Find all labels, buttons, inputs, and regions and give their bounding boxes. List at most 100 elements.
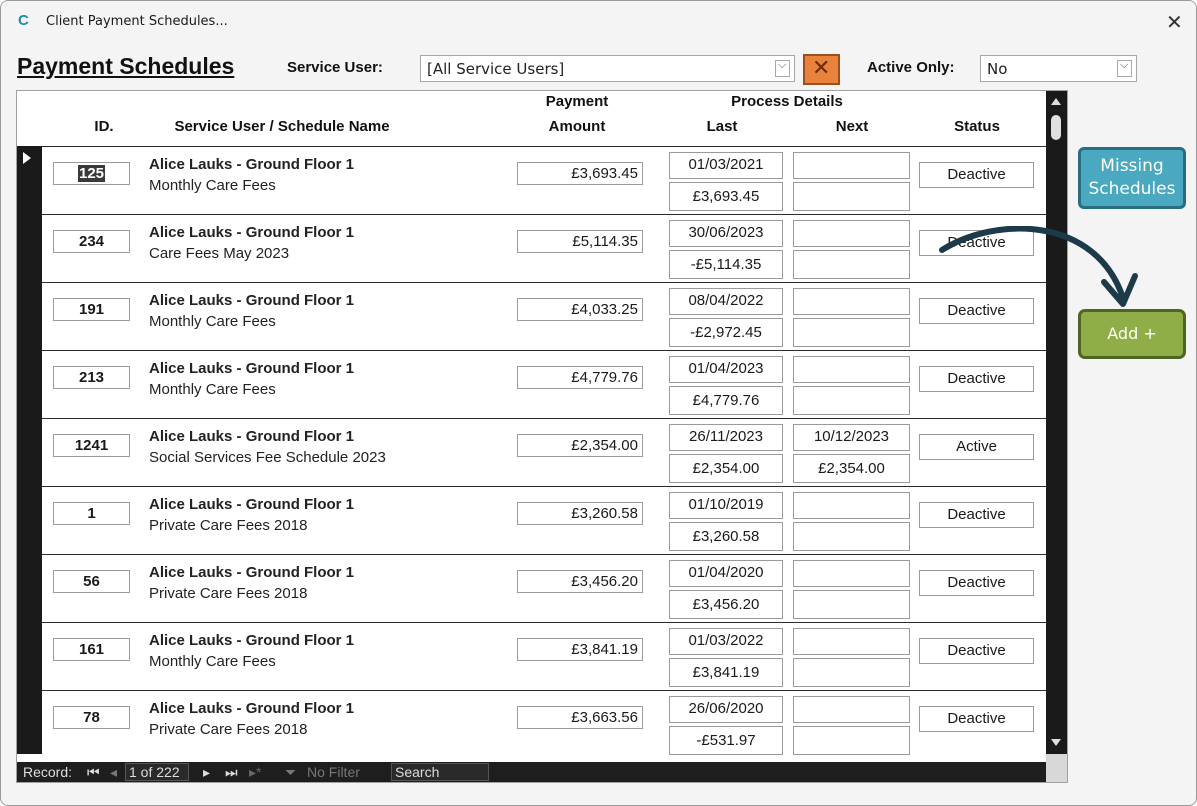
id-field[interactable]: 161 [53,638,130,661]
previous-record-icon[interactable]: ◂ [110,764,117,781]
table-row[interactable]: 213 Alice Lauks - Ground Floor 1 Monthly… [42,350,1046,418]
last-date-field[interactable]: 08/04/2022 [669,288,783,315]
last-amount-field[interactable]: -£5,114.35 [669,250,783,279]
next-amount-field[interactable] [793,522,910,551]
table-row[interactable]: 191 Alice Lauks - Ground Floor 1 Monthly… [42,282,1046,350]
service-user-select[interactable]: [All Service Users] ⌵ [420,55,795,82]
payment-schedules-window: C Client Payment Schedules... ✕ Payment … [0,0,1197,806]
active-only-select[interactable]: No ⌵ [980,55,1137,82]
payment-amount-field[interactable]: £4,779.76 [517,366,643,389]
table-row[interactable]: 125 Alice Lauks - Ground Floor 1 Monthly… [23,146,1046,214]
record-selector-column[interactable] [17,146,42,754]
id-field[interactable]: 234 [53,230,130,253]
next-amount-field[interactable] [793,590,910,619]
id-field[interactable]: 191 [53,298,130,321]
scroll-thumb[interactable] [1051,115,1061,140]
next-date-field[interactable] [793,492,910,519]
status-field[interactable]: Deactive [919,366,1034,392]
id-field[interactable]: 78 [53,706,130,729]
chevron-down-icon[interactable]: ⌵ [1117,59,1132,77]
payment-amount-field[interactable]: £3,693.45 [517,162,643,185]
next-date-field[interactable] [793,560,910,587]
payment-amount-field[interactable]: £3,260.58 [517,502,643,525]
payment-amount-field[interactable]: £3,663.56 [517,706,643,729]
scrollbar-corner [1046,754,1067,782]
last-date-field[interactable]: 01/04/2020 [669,560,783,587]
payment-amount-field[interactable]: £5,114.35 [517,230,643,253]
scroll-down-icon[interactable] [1051,739,1061,746]
next-amount-field[interactable] [793,318,910,347]
last-date-field[interactable]: 26/06/2020 [669,696,783,723]
status-field[interactable]: Active [919,434,1034,460]
next-amount-field[interactable] [793,726,910,755]
last-date-field[interactable]: 01/03/2021 [669,152,783,179]
next-date-field[interactable] [793,696,910,723]
schedule-name: Monthly Care Fees [149,177,276,194]
next-amount-field[interactable] [793,386,910,415]
next-date-field[interactable] [793,152,910,179]
status-field[interactable]: Deactive [919,570,1034,596]
status-field[interactable]: Deactive [919,706,1034,732]
annotation-arrow-icon [939,226,1138,307]
table-row[interactable]: 78 Alice Lauks - Ground Floor 1 Private … [42,690,1046,758]
schedule-name: Private Care Fees 2018 [149,517,308,534]
table-row[interactable]: 161 Alice Lauks - Ground Floor 1 Monthly… [42,622,1046,690]
active-only-value: No [987,60,1008,78]
last-amount-field[interactable]: £3,260.58 [669,522,783,551]
payment-amount-field[interactable]: £4,033.25 [517,298,643,321]
next-date-field[interactable] [793,220,910,247]
missing-schedules-label-1: Missing [1100,156,1164,176]
next-date-field[interactable] [793,628,910,655]
last-date-field[interactable]: 01/10/2019 [669,492,783,519]
next-date-field[interactable]: 10/12/2023 [793,424,910,451]
vertical-scrollbar[interactable] [1046,91,1067,754]
payment-amount-field[interactable]: £2,354.00 [517,434,643,457]
chevron-down-icon[interactable]: ⌵ [775,59,790,77]
id-field[interactable]: 1 [53,502,130,525]
next-record-icon[interactable]: ▸ [203,764,210,781]
last-amount-field[interactable]: -£2,972.45 [669,318,783,347]
status-field[interactable]: Deactive [919,162,1034,188]
filter-status[interactable]: No Filter [307,764,360,780]
next-amount-field[interactable] [793,182,910,211]
table-row[interactable]: 1241 Alice Lauks - Ground Floor 1 Social… [42,418,1046,486]
last-amount-field[interactable]: £3,841.19 [669,658,783,687]
last-date-field[interactable]: 01/04/2023 [669,356,783,383]
next-amount-field[interactable]: £2,354.00 [793,454,910,483]
search-field[interactable]: Search [391,763,489,781]
id-field[interactable]: 1241 [53,434,130,457]
last-amount-field[interactable]: £3,456.20 [669,590,783,619]
id-field[interactable]: 125 [53,162,130,185]
id-field[interactable]: 56 [53,570,130,593]
last-amount-field[interactable]: £3,693.45 [669,182,783,211]
status-field[interactable]: Deactive [919,502,1034,528]
schedule-name: Private Care Fees 2018 [149,721,308,738]
add-button[interactable]: Add + [1078,309,1186,359]
missing-schedules-button[interactable]: Missing Schedules [1078,147,1186,209]
clear-filter-button[interactable]: ✕ [803,54,840,85]
payment-amount-field[interactable]: £3,841.19 [517,638,643,661]
last-record-icon[interactable]: ⏭ [225,764,238,781]
table-row[interactable]: 56 Alice Lauks - Ground Floor 1 Private … [42,554,1046,622]
first-record-icon[interactable]: ⏮ [87,764,100,781]
last-amount-field[interactable]: £4,779.76 [669,386,783,415]
status-field[interactable]: Deactive [919,638,1034,664]
last-date-field[interactable]: 30/06/2023 [669,220,783,247]
col-header-id: ID. [94,118,114,135]
record-position-field[interactable]: 1 of 222 [125,763,189,781]
last-date-field[interactable]: 01/03/2022 [669,628,783,655]
next-date-field[interactable] [793,288,910,315]
next-amount-field[interactable] [793,250,910,279]
scroll-up-icon[interactable] [1051,98,1061,105]
close-icon[interactable]: ✕ [1166,10,1183,34]
table-row[interactable]: 1 Alice Lauks - Ground Floor 1 Private C… [42,486,1046,554]
new-record-icon[interactable]: ▸* [249,764,261,781]
next-date-field[interactable] [793,356,910,383]
last-amount-field[interactable]: £2,354.00 [669,454,783,483]
id-field[interactable]: 213 [53,366,130,389]
table-row[interactable]: 234 Alice Lauks - Ground Floor 1 Care Fe… [42,214,1046,282]
next-amount-field[interactable] [793,658,910,687]
last-amount-field[interactable]: -£531.97 [669,726,783,755]
payment-amount-field[interactable]: £3,456.20 [517,570,643,593]
last-date-field[interactable]: 26/11/2023 [669,424,783,451]
